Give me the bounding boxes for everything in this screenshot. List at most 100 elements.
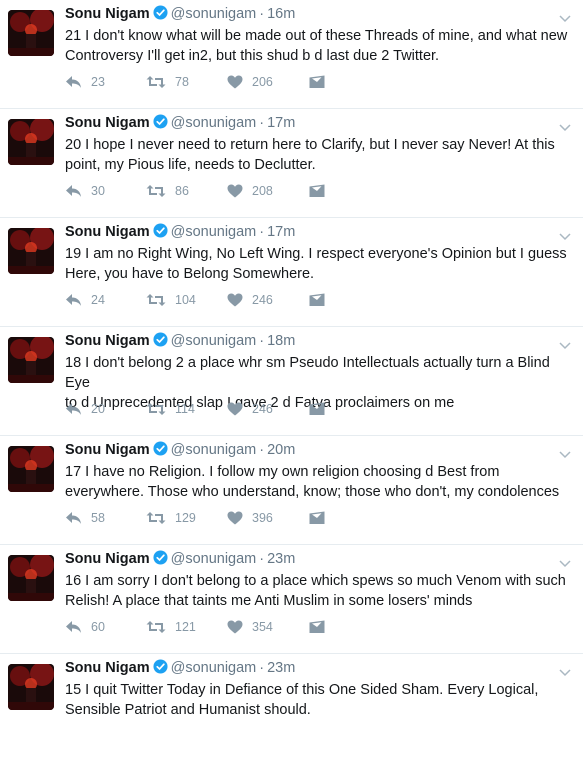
heart-icon [227,402,243,416]
tweet[interactable]: Sonu Nigam @sonunigam · 23m 16 I am sorry I… [0,545,583,654]
reply-button[interactable]: 20 [65,402,146,416]
separator: · [259,224,265,240]
direct-message-button[interactable] [309,620,325,634]
author-handle[interactable]: @sonunigam [171,551,257,567]
avatar[interactable] [8,664,54,710]
tweet-actions: 30 86 208 [65,181,325,201]
avatar[interactable] [8,446,54,492]
retweet-count: 114 [175,402,195,416]
chevron-down-icon[interactable] [559,10,571,28]
envelope-icon [309,511,325,525]
tweet-text-line: 19 I am no Right Wing, No Left Wing. I r… [65,246,567,262]
reply-button[interactable]: 23 [65,75,146,89]
like-count: 208 [252,184,273,198]
like-button[interactable]: 208 [227,184,309,198]
timestamp[interactable]: 23m [267,551,295,567]
tweet-actions: 24 104 246 [65,290,325,310]
retweet-button[interactable]: 78 [146,75,227,89]
like-button[interactable]: 246 [227,293,309,307]
author-name[interactable]: Sonu Nigam [65,6,150,22]
reply-icon [65,402,82,416]
author-handle[interactable]: @sonunigam [171,224,257,240]
direct-message-button[interactable] [309,293,325,307]
direct-message-button[interactable] [309,75,325,89]
tweet-text-line: 18 I don't belong 2 a place whr sm Pseud… [65,355,550,391]
timestamp[interactable]: 17m [267,115,295,131]
retweet-count: 78 [175,75,189,89]
avatar[interactable] [8,337,54,383]
reply-button[interactable]: 24 [65,293,146,307]
direct-message-button[interactable] [309,184,325,198]
reply-count: 58 [91,511,105,525]
separator: · [259,6,265,22]
retweet-count: 86 [175,184,189,198]
reply-button[interactable]: 60 [65,620,146,634]
like-button[interactable]: 396 [227,511,309,525]
like-button[interactable]: 206 [227,75,309,89]
chevron-down-icon[interactable] [559,337,571,355]
author-name[interactable]: Sonu Nigam [65,224,150,240]
chevron-down-icon[interactable] [559,664,571,682]
retweet-button[interactable]: 121 [146,620,227,634]
retweet-button[interactable]: 114 [146,402,227,416]
tweet-text-line: Controversy I'll get in2, but this shud … [65,48,440,64]
tweet[interactable]: Sonu Nigam @sonunigam · 17m 19 I am no Righ… [0,218,583,327]
avatar[interactable] [8,555,54,601]
tweet[interactable]: Sonu Nigam @sonunigam · 16m 21 I don't know… [0,0,583,109]
heart-icon [227,620,243,634]
avatar[interactable] [8,10,54,56]
timestamp[interactable]: 20m [267,442,295,458]
like-button[interactable]: 354 [227,620,309,634]
like-count: 206 [252,75,273,89]
chevron-down-icon[interactable] [559,446,571,464]
avatar[interactable] [8,228,54,274]
tweet-text: 17 I have no Religion. I follow my own r… [65,462,570,502]
avatar[interactable] [8,119,54,165]
author-handle[interactable]: @sonunigam [171,333,257,349]
tweet-text: 19 I am no Right Wing, No Left Wing. I r… [65,244,570,284]
retweet-button[interactable]: 86 [146,184,227,198]
author-name[interactable]: Sonu Nigam [65,442,150,458]
tweet[interactable]: Sonu Nigam @sonunigam · 17m 20 I hope I nev… [0,109,583,218]
retweet-icon [146,293,166,307]
tweet[interactable]: Sonu Nigam @sonunigam · 18m 18 I don't belo… [0,327,583,436]
timestamp[interactable]: 17m [267,224,295,240]
author-handle[interactable]: @sonunigam [171,660,257,676]
retweet-button[interactable]: 104 [146,293,227,307]
retweet-button[interactable]: 129 [146,511,227,525]
retweet-icon [146,402,166,416]
author-name[interactable]: Sonu Nigam [65,115,150,131]
envelope-icon [309,620,325,634]
author-name[interactable]: Sonu Nigam [65,551,150,567]
reply-button[interactable]: 30 [65,184,146,198]
tweet-actions: 23 78 206 [65,72,325,92]
timestamp[interactable]: 23m [267,660,295,676]
author-handle[interactable]: @sonunigam [171,115,257,131]
timestamp[interactable]: 18m [267,333,295,349]
tweet-text: 16 I am sorry I don't belong to a place … [65,571,570,611]
direct-message-button[interactable] [309,511,325,525]
reply-count: 20 [91,402,105,416]
author-name[interactable]: Sonu Nigam [65,660,150,676]
reply-count: 30 [91,184,105,198]
heart-icon [227,293,243,307]
author-handle[interactable]: @sonunigam [171,442,257,458]
tweet[interactable]: Sonu Nigam @sonunigam · 23m 15 I quit Twitt… [0,654,583,763]
author-name[interactable]: Sonu Nigam [65,333,150,349]
retweet-icon [146,620,166,634]
author-handle[interactable]: @sonunigam [171,6,257,22]
tweet[interactable]: Sonu Nigam @sonunigam · 20m 17 I have no Re… [0,436,583,545]
timestamp[interactable]: 16m [267,6,295,22]
chevron-down-icon[interactable] [559,228,571,246]
chevron-down-icon[interactable] [559,119,571,137]
tweet-text-line: 17 I have no Religion. I follow my own r… [65,464,500,480]
separator: · [259,442,265,458]
reply-button[interactable]: 58 [65,511,146,525]
like-button[interactable]: 246 [227,402,309,416]
chevron-down-icon[interactable] [559,555,571,573]
like-count: 246 [252,293,273,307]
direct-message-button[interactable] [309,402,325,416]
envelope-icon [309,293,325,307]
tweet-actions: 20 114 246 [65,399,325,419]
verified-badge-icon [153,659,168,680]
